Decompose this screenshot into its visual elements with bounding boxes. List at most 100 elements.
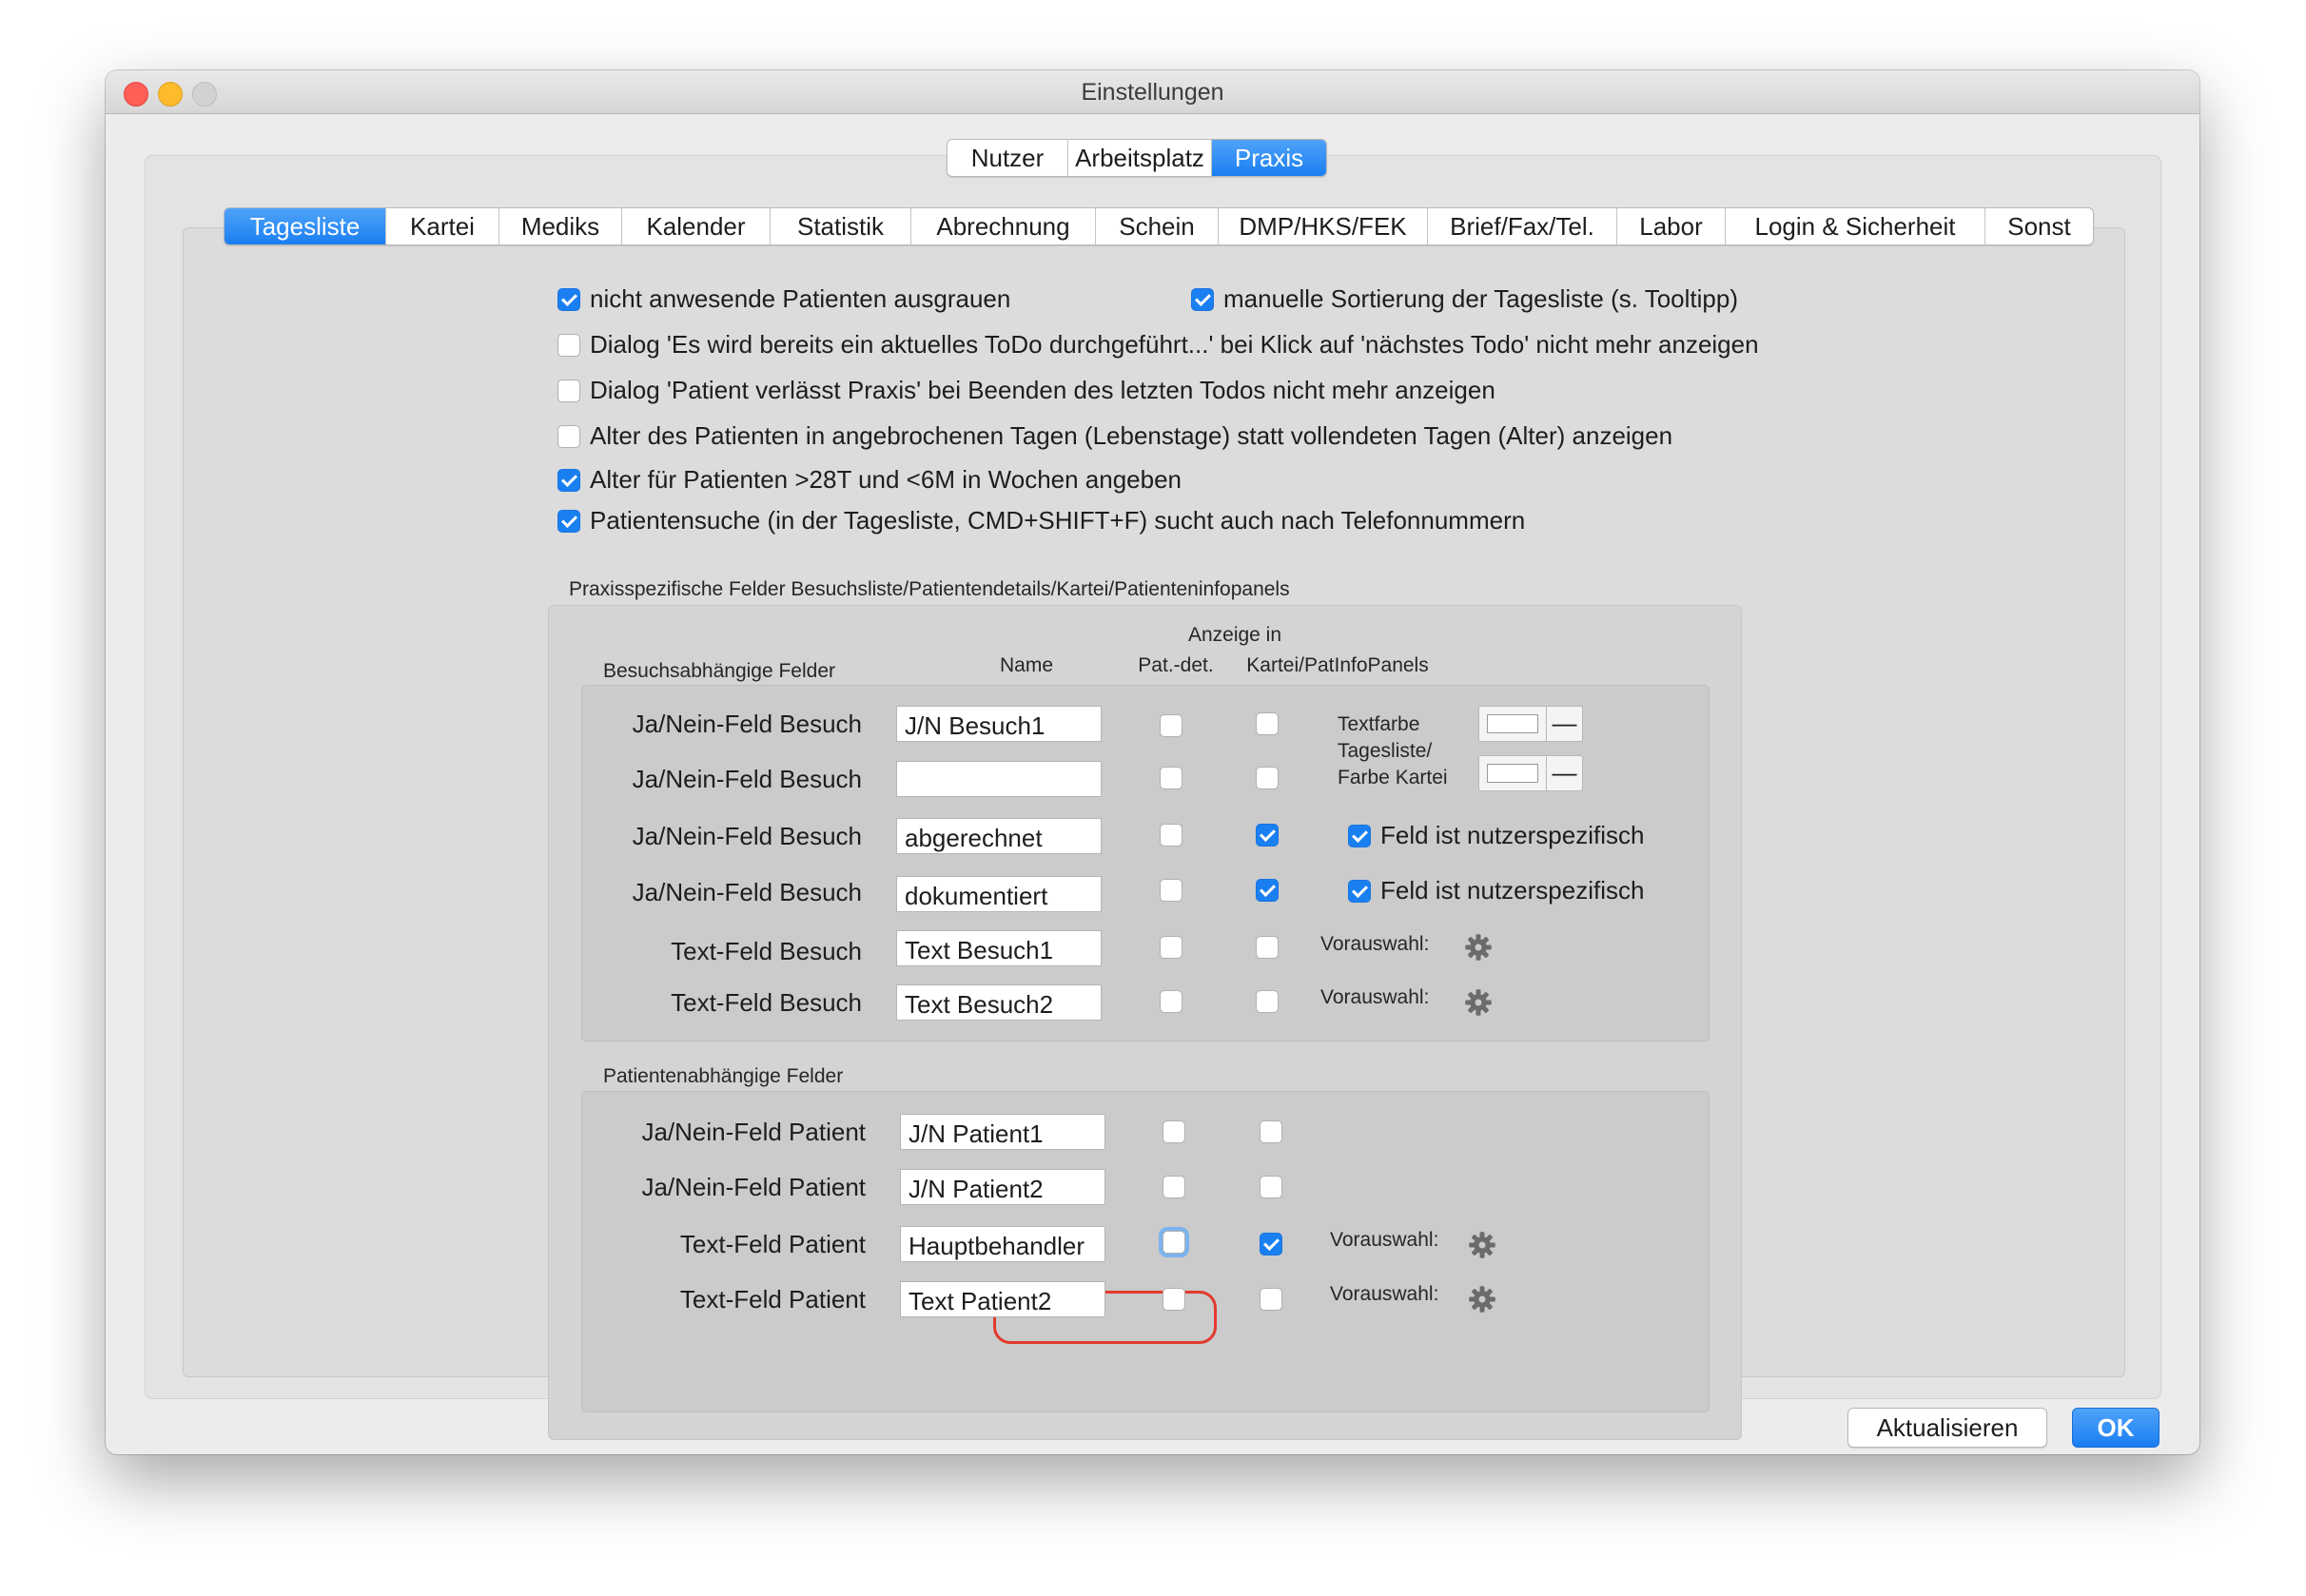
tab-nutzer[interactable]: Nutzer [948, 140, 1067, 176]
tab-dmp-hks-fek[interactable]: DMP/HKS/FEK [1218, 208, 1427, 244]
patient-patdet-checkbox[interactable] [1163, 1231, 1185, 1254]
patient-section-title: Patientenabhängige Felder [603, 1065, 844, 1087]
option-age-in-days[interactable]: Alter des Patienten in angebrochenen Tag… [557, 421, 1672, 451]
visit-patdet-checkbox[interactable] [1160, 990, 1182, 1013]
visit-row-label: Ja/Nein-Feld Besuch [632, 878, 862, 906]
visit-field-name-input[interactable]: Text Besuch2 [896, 984, 1102, 1021]
patient-kartei-checkbox[interactable] [1260, 1120, 1282, 1143]
visit-kartei-checkbox[interactable] [1256, 824, 1279, 847]
kartei-color-well[interactable] [1478, 755, 1547, 791]
kartei-color-remove-button[interactable]: — [1547, 755, 1583, 791]
visit-section-title: Besuchsabhängige Felder [603, 660, 836, 682]
patient-field-name-input[interactable]: Text Patient2 [900, 1281, 1105, 1317]
patient-field-name-input[interactable]: J/N Patient1 [900, 1114, 1105, 1150]
checkbox[interactable] [557, 424, 580, 448]
preselect-label: Vorauswahl: [1320, 933, 1430, 955]
patient-row-label: Text-Feld Patient [679, 1230, 866, 1258]
checkbox[interactable] [1191, 287, 1214, 311]
option-label: Dialog 'Patient verlässt Praxis' bei Bee… [590, 376, 1495, 404]
patient-field-name-input[interactable]: Hauptbehandler [900, 1226, 1105, 1262]
user-specific-option[interactable]: Feld ist nutzerspezifisch [1348, 821, 1644, 850]
visit-patdet-checkbox[interactable] [1160, 767, 1182, 789]
option-label: Alter des Patienten in angebrochenen Tag… [590, 421, 1673, 450]
user-specific-option[interactable]: Feld ist nutzerspezifisch [1348, 876, 1644, 905]
option-hide-leave-dialog[interactable]: Dialog 'Patient verlässt Praxis' bei Bee… [557, 376, 1495, 405]
visit-row-label: Ja/Nein-Feld Besuch [632, 765, 862, 793]
visit-field-name-input[interactable]: dokumentiert [896, 876, 1102, 912]
tab-labor[interactable]: Labor [1616, 208, 1725, 244]
tab-kalender[interactable]: Kalender [621, 208, 770, 244]
custom-fields-title: Praxisspezifische Felder Besuchsliste/Pa… [569, 578, 1290, 600]
visit-field-name-input[interactable]: abgerechnet [896, 818, 1102, 854]
option-label: manuelle Sortierung der Tagesliste (s. T… [1223, 284, 1738, 313]
option-age-in-weeks[interactable]: Alter für Patienten >28T und <6M in Woch… [557, 465, 1182, 495]
visit-patdet-checkbox[interactable] [1160, 879, 1182, 902]
gear-icon[interactable] [1468, 1285, 1496, 1314]
visit-kartei-checkbox[interactable] [1256, 990, 1279, 1013]
text-color-well[interactable] [1478, 706, 1547, 742]
visit-field-name-input[interactable] [896, 761, 1102, 797]
patient-row-label: Ja/Nein-Feld Patient [641, 1118, 866, 1146]
patient-field-name-input[interactable]: J/N Patient2 [900, 1169, 1105, 1205]
checkbox[interactable] [1348, 879, 1371, 903]
option-label: Feld ist nutzerspezifisch [1380, 876, 1645, 905]
tab-login-sicherheit[interactable]: Login & Sicherheit [1725, 208, 1984, 244]
visit-row-label: Ja/Nein-Feld Besuch [632, 710, 862, 738]
option-label: Alter für Patienten >28T und <6M in Woch… [590, 465, 1182, 494]
tab-arbeitsplatz[interactable]: Arbeitsplatz [1067, 140, 1211, 176]
tab-brief-fax-tel[interactable]: Brief/Fax/Tel. [1427, 208, 1616, 244]
visit-field-name-input[interactable]: J/N Besuch1 [896, 706, 1102, 742]
visit-row-label: Ja/Nein-Feld Besuch [632, 822, 862, 850]
tab-tagesliste[interactable]: Tagesliste [225, 208, 385, 244]
tab-statistik[interactable]: Statistik [770, 208, 910, 244]
option-search-phone[interactable]: Patientensuche (in der Tagesliste, CMD+S… [557, 506, 1525, 535]
tab-mediks[interactable]: Mediks [498, 208, 621, 244]
checkbox[interactable] [1348, 824, 1371, 847]
option-hide-todo-dialog[interactable]: Dialog 'Es wird bereits ein aktuelles To… [557, 330, 1759, 360]
checkbox[interactable] [557, 379, 580, 402]
option-manual-sorting[interactable]: manuelle Sortierung der Tagesliste (s. T… [1191, 284, 1738, 314]
visit-row-label: Text-Feld Besuch [671, 937, 862, 965]
top-tab-bar: Nutzer Arbeitsplatz Praxis [947, 139, 1327, 177]
visit-field-name-input[interactable]: Text Besuch1 [896, 930, 1102, 966]
visit-patdet-checkbox[interactable] [1160, 714, 1182, 737]
visit-patdet-checkbox[interactable] [1160, 824, 1182, 847]
tab-kartei[interactable]: Kartei [385, 208, 498, 244]
patient-patdet-checkbox[interactable] [1163, 1288, 1185, 1311]
patient-patdet-checkbox[interactable] [1163, 1176, 1185, 1198]
checkbox[interactable] [557, 287, 580, 311]
patient-kartei-checkbox[interactable] [1260, 1288, 1282, 1311]
column-name: Name [999, 654, 1054, 676]
patient-kartei-checkbox[interactable] [1260, 1233, 1282, 1255]
option-grey-absent[interactable]: nicht anwesende Patienten ausgrauen [557, 284, 1010, 314]
tab-sonst[interactable]: Sonst [1984, 208, 2093, 244]
checkbox[interactable] [557, 468, 580, 492]
visit-patdet-checkbox[interactable] [1160, 936, 1182, 959]
visit-row-label: Text-Feld Besuch [671, 988, 862, 1017]
gear-icon[interactable] [1464, 933, 1493, 962]
checkbox[interactable] [557, 509, 580, 533]
gear-icon[interactable] [1464, 988, 1493, 1017]
option-label: Feld ist nutzerspezifisch [1380, 821, 1645, 849]
visit-kartei-checkbox[interactable] [1256, 767, 1279, 789]
preselect-label: Vorauswahl: [1330, 1283, 1439, 1305]
gear-icon[interactable] [1468, 1231, 1496, 1259]
checkbox[interactable] [557, 333, 580, 357]
sub-tab-bar: Tagesliste Kartei Mediks Kalender Statis… [224, 207, 2094, 245]
window-title: Einstellungen [1081, 79, 1224, 106]
tab-schein[interactable]: Schein [1095, 208, 1218, 244]
visit-kartei-checkbox[interactable] [1256, 936, 1279, 959]
visit-kartei-checkbox[interactable] [1256, 712, 1279, 735]
tab-abrechnung[interactable]: Abrechnung [910, 208, 1095, 244]
text-color-remove-button[interactable]: — [1547, 706, 1583, 742]
tab-praxis[interactable]: Praxis [1211, 140, 1326, 176]
preselect-label: Vorauswahl: [1320, 986, 1430, 1008]
ok-button[interactable]: OK [2072, 1408, 2159, 1448]
preselect-label: Vorauswahl: [1330, 1229, 1439, 1251]
visit-kartei-checkbox[interactable] [1256, 879, 1279, 902]
patient-kartei-checkbox[interactable] [1260, 1176, 1282, 1198]
text-color-label: Textfarbe Tagesliste/ Farbe Kartei [1338, 713, 1448, 788]
refresh-button[interactable]: Aktualisieren [1847, 1408, 2047, 1448]
patient-patdet-checkbox[interactable] [1163, 1120, 1185, 1143]
column-patdet: Pat.-det. [1138, 654, 1214, 676]
